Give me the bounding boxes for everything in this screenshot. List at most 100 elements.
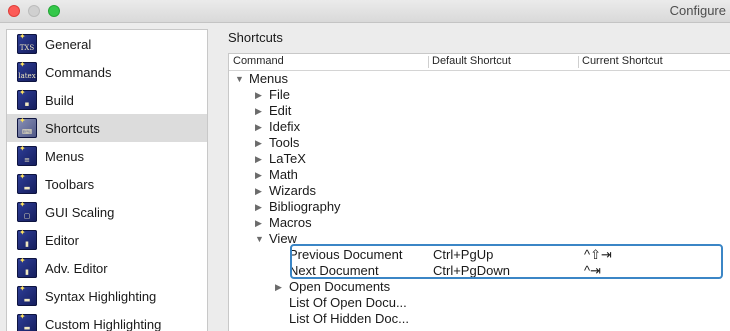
sidebar-item-commands[interactable]: ✦ latex Commands xyxy=(7,58,207,86)
tree-row[interactable]: ▼ Menus xyxy=(229,71,730,87)
window-title: Configure xyxy=(670,3,726,18)
menu-icon: ✦≡ xyxy=(17,146,37,166)
zoom-button[interactable] xyxy=(48,5,60,17)
star-icon: ✦ xyxy=(19,257,26,265)
sidebar-item-editor[interactable]: ✦▮Editor xyxy=(7,226,207,254)
command-label: Open Documents xyxy=(289,279,390,295)
star-icon: ✦ xyxy=(19,229,26,237)
column-separator xyxy=(428,56,429,68)
icon-glyph: ▬ xyxy=(17,296,37,304)
tree-row[interactable]: List Of Open Docu... xyxy=(229,295,730,311)
sidebar-item-shortcuts[interactable]: ✦ ⌨ Shortcuts xyxy=(7,114,207,142)
shortcut-highlight-box xyxy=(290,244,723,279)
column-separator xyxy=(578,56,579,68)
minimize-button[interactable] xyxy=(28,5,40,17)
scaling-icon: ✦▢ xyxy=(17,202,37,222)
column-header-command[interactable]: Command xyxy=(233,55,284,67)
disclosure-collapsed-icon[interactable]: ▶ xyxy=(255,215,262,231)
tree-row[interactable]: ▶Idefix xyxy=(229,119,730,135)
adv-editor-icon: ✦▮ xyxy=(17,258,37,278)
star-icon: ✦ xyxy=(19,201,26,209)
tree-row[interactable]: ▶ Open Documents xyxy=(229,279,730,295)
sidebar-item-label: Build xyxy=(45,93,74,108)
star-icon: ✦ xyxy=(19,117,26,125)
sidebar-item-label: Custom Highlighting xyxy=(45,317,161,331)
icon-glyph: ⌨ xyxy=(17,128,37,136)
sidebar-item-menus[interactable]: ✦≡Menus xyxy=(7,142,207,170)
icon-glyph: ▮ xyxy=(17,240,37,248)
command-label: List Of Hidden Doc... xyxy=(289,311,409,327)
page-title: Shortcuts xyxy=(228,30,283,45)
sidebar-item-label: GUI Scaling xyxy=(45,205,114,220)
star-icon: ✦ xyxy=(19,33,26,41)
command-label: Macros xyxy=(269,215,312,231)
title-bar: Configure xyxy=(0,0,730,23)
icon-glyph: ▮ xyxy=(17,268,37,276)
column-header-default[interactable]: Default Shortcut xyxy=(432,55,511,67)
txs-icon: ✦ TXS xyxy=(17,34,37,54)
tree-row[interactable]: ▶ Wizards xyxy=(229,183,730,199)
star-icon: ✦ xyxy=(19,173,26,181)
command-label: Math xyxy=(269,167,298,183)
disclosure-collapsed-icon[interactable]: ▶ xyxy=(255,103,262,119)
sidebar-item-label: Adv. Editor xyxy=(45,261,108,276)
table-header: Command Default Shortcut Current Shortcu… xyxy=(229,54,730,71)
command-label: Menus xyxy=(249,71,288,87)
command-label: Wizards xyxy=(269,183,316,199)
build-icon: ✦▪ xyxy=(17,90,37,110)
star-icon: ✦ xyxy=(19,285,26,293)
sidebar-item-label: Commands xyxy=(45,65,111,80)
disclosure-collapsed-icon[interactable]: ▶ xyxy=(255,87,262,103)
disclosure-collapsed-icon[interactable]: ▶ xyxy=(255,119,262,135)
tree-row[interactable]: ▶ File xyxy=(229,87,730,103)
sidebar-item-label: Syntax Highlighting xyxy=(45,289,156,304)
latex-icon: ✦ latex xyxy=(17,62,37,82)
disclosure-collapsed-icon[interactable]: ▶ xyxy=(275,279,282,295)
sidebar-item-label: Menus xyxy=(45,149,84,164)
command-label: Bibliography xyxy=(269,199,341,215)
close-button[interactable] xyxy=(8,5,20,17)
sidebar-item-build[interactable]: ✦▪Build xyxy=(7,86,207,114)
disclosure-collapsed-icon[interactable]: ▶ xyxy=(255,199,262,215)
icon-glyph: latex xyxy=(17,72,37,80)
command-label: LaTeX xyxy=(269,151,306,167)
column-header-current[interactable]: Current Shortcut xyxy=(582,55,663,67)
disclosure-expanded-icon[interactable]: ▼ xyxy=(235,71,244,87)
sidebar-item-label: Toolbars xyxy=(45,177,94,192)
disclosure-collapsed-icon[interactable]: ▶ xyxy=(255,167,262,183)
command-label: File xyxy=(269,87,290,103)
tree-row[interactable]: ▶ LaTeX xyxy=(229,151,730,167)
disclosure-expanded-icon[interactable]: ▼ xyxy=(255,231,264,247)
star-icon: ✦ xyxy=(19,89,26,97)
sidebar-item-gui-scaling[interactable]: ✦▢GUI Scaling xyxy=(7,198,207,226)
sidebar-item-general[interactable]: ✦TXSGeneral xyxy=(7,30,207,58)
sidebar-item-custom-highlighting[interactable]: ✦▬Custom Highlighting xyxy=(7,310,207,331)
tree-row[interactable]: ▶ Bibliography xyxy=(229,199,730,215)
toolbar-icon: ✦▬ xyxy=(17,174,37,194)
editor-icon: ✦▮ xyxy=(17,230,37,250)
sidebar-item-syntax-highlighting[interactable]: ✦▬Syntax Highlighting xyxy=(7,282,207,310)
icon-glyph: ≡ xyxy=(17,156,37,164)
tree-row[interactable]: List Of Hidden Doc... xyxy=(229,311,730,327)
disclosure-collapsed-icon[interactable]: ▶ xyxy=(255,151,262,167)
sidebar-item-label: Shortcuts xyxy=(45,121,100,136)
tree-row[interactable]: ▶ Tools xyxy=(229,135,730,151)
sidebar-item-adv-editor[interactable]: ✦▮Adv. Editor xyxy=(7,254,207,282)
sidebar-item-label: Editor xyxy=(45,233,79,248)
tree-row[interactable]: ▶ Edit xyxy=(229,103,730,119)
tree-row[interactable]: ▶ Macros xyxy=(229,215,730,231)
icon-glyph: ▢ xyxy=(17,212,37,220)
syntax-icon: ✦▬ xyxy=(17,286,37,306)
tree-row[interactable]: ▶ Math xyxy=(229,167,730,183)
command-label: Tools xyxy=(269,135,299,151)
shortcuts-tree: Command Default Shortcut Current Shortcu… xyxy=(228,53,730,331)
disclosure-collapsed-icon[interactable]: ▶ xyxy=(255,135,262,151)
command-label: Edit xyxy=(269,103,291,119)
disclosure-collapsed-icon[interactable]: ▶ xyxy=(255,183,262,199)
star-icon: ✦ xyxy=(19,145,26,153)
star-icon: ✦ xyxy=(19,61,26,69)
sidebar-item-toolbars[interactable]: ✦▬ Toolbars xyxy=(7,170,207,198)
icon-glyph: ▪ xyxy=(17,100,37,108)
sidebar: ✦TXSGeneral✦latexCommands✦▪Build✦⌨Shortc… xyxy=(6,29,208,331)
icon-glyph: TXS xyxy=(17,44,37,52)
